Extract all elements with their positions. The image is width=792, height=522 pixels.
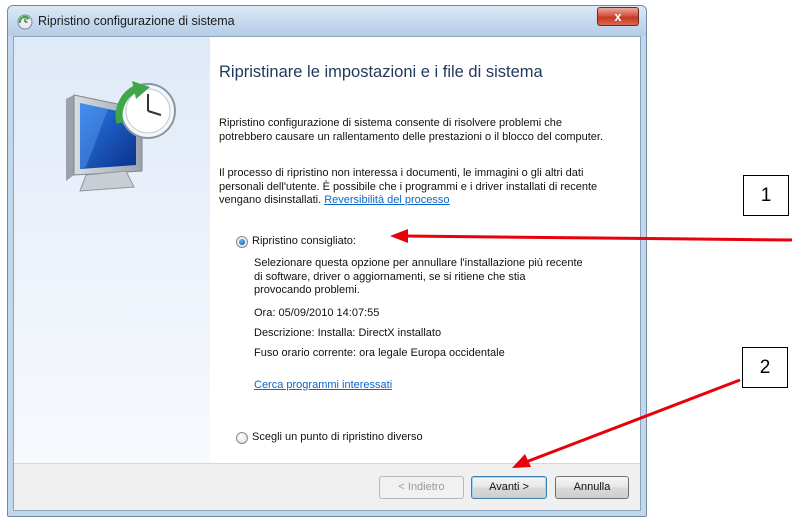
annotation-arrows [390,229,792,468]
annotation-arrow-2 [512,378,741,468]
annotation-arrow-1 [390,229,792,243]
